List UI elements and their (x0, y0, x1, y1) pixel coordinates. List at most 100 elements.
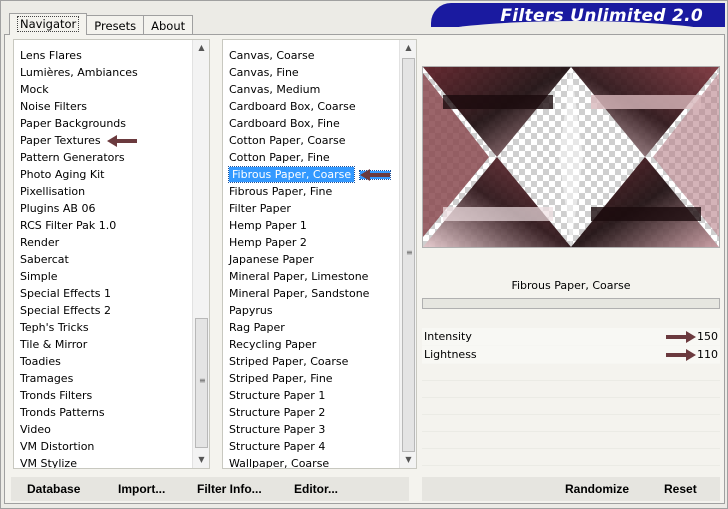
editor-button[interactable]: Editor... (294, 480, 338, 498)
list-item[interactable]: Structure Paper 4 (223, 438, 398, 455)
list-item[interactable]: Canvas, Medium (223, 81, 398, 98)
list-item[interactable]: Plugins AB 06 (14, 200, 191, 217)
list-item[interactable]: Paper Backgrounds (14, 115, 191, 132)
list-item-label: Striped Paper, Coarse (229, 355, 349, 368)
param-value[interactable]: 110 (697, 348, 718, 361)
list-item[interactable]: Filter Paper (223, 200, 398, 217)
list-item[interactable]: Canvas, Fine (223, 64, 398, 81)
filter-scrollbar[interactable]: ▲ ≡ ▼ (399, 40, 416, 468)
list-item[interactable]: Wallpaper, Coarse (223, 455, 398, 468)
randomize-button[interactable]: Randomize (565, 480, 629, 498)
list-item[interactable]: Pattern Generators (14, 149, 191, 166)
tab-about[interactable]: About (143, 15, 194, 35)
list-item[interactable]: Pixellisation (14, 183, 191, 200)
list-item-label: Japanese Paper (229, 253, 314, 266)
grip-icon: ≡ (406, 248, 413, 257)
list-item-label: Cotton Paper, Coarse (229, 134, 346, 147)
parameter-list: Intensity 150 Lightness 110 (422, 328, 720, 466)
list-item-label: Fibrous Paper, Coarse (227, 166, 356, 183)
list-item[interactable]: Simple (14, 268, 191, 285)
empty-param-row (422, 381, 720, 398)
param-value[interactable]: 150 (697, 330, 718, 343)
import-button[interactable]: Import... (118, 480, 165, 498)
preview-filter-name: Fibrous Paper, Coarse (511, 279, 631, 292)
empty-param-row (422, 449, 720, 466)
list-item[interactable]: RCS Filter Pak 1.0 (14, 217, 191, 234)
empty-param-row (422, 432, 720, 449)
progress-bar (422, 298, 720, 309)
list-item[interactable]: Canvas, Coarse (223, 47, 398, 64)
list-item[interactable]: Noise Filters (14, 98, 191, 115)
list-item-label: Rag Paper (229, 321, 285, 334)
list-item-label: Hemp Paper 2 (229, 236, 307, 249)
scroll-up-icon[interactable]: ▲ (400, 40, 416, 56)
list-item[interactable]: Cardboard Box, Fine (223, 115, 398, 132)
list-item[interactable]: Hemp Paper 1 (223, 217, 398, 234)
list-item-label: Paper Backgrounds (20, 117, 127, 130)
list-item[interactable]: Lumières, Ambiances (14, 64, 191, 81)
list-item-label: Wallpaper, Coarse (229, 457, 330, 468)
category-list[interactable]: Lens Flares Lumières, Ambiances Mock Noise … (13, 39, 210, 469)
list-item[interactable]: Cotton Paper, Fine (223, 149, 398, 166)
list-item[interactable]: Cotton Paper, Coarse (223, 132, 398, 149)
list-item[interactable]: Structure Paper 3 (223, 421, 398, 438)
list-item-label: Plugins AB 06 (20, 202, 96, 215)
list-item[interactable]: Tramages (14, 370, 191, 387)
list-item[interactable]: Striped Paper, Fine (223, 370, 398, 387)
list-item[interactable]: Structure Paper 2 (223, 404, 398, 421)
list-item[interactable]: Mineral Paper, Sandstone (223, 285, 398, 302)
bottom-toolbar-left: Database Import... Filter Info... Editor… (11, 477, 409, 501)
list-item[interactable]: Recycling Paper (223, 336, 398, 353)
list-item[interactable]: Structure Paper 1 (223, 387, 398, 404)
scroll-thumb[interactable]: ≡ (195, 318, 208, 448)
list-item-label: Video (20, 423, 51, 436)
category-scrollbar[interactable]: ▲ ≡ ▼ (192, 40, 209, 468)
scroll-up-icon[interactable]: ▲ (193, 40, 209, 56)
list-item[interactable]: Fibrous Paper, Coarse (223, 166, 398, 183)
reset-button[interactable]: Reset (664, 480, 697, 498)
list-item[interactable]: VM Stylize (14, 455, 191, 468)
list-item[interactable]: Fibrous Paper, Fine (223, 183, 398, 200)
filter-info-button[interactable]: Filter Info... (197, 480, 262, 498)
list-item[interactable]: Toadies (14, 353, 191, 370)
list-item[interactable]: Hemp Paper 2 (223, 234, 398, 251)
empty-param-row (422, 398, 720, 415)
list-item-label: Simple (20, 270, 58, 283)
list-item[interactable]: Teph's Tricks (14, 319, 191, 336)
param-intensity[interactable]: Intensity 150 (422, 328, 720, 346)
arrow-indicator-icon (666, 333, 696, 341)
database-button[interactable]: Database (27, 480, 80, 498)
list-item[interactable]: Rag Paper (223, 319, 398, 336)
param-lightness[interactable]: Lightness 110 (422, 346, 720, 364)
list-item[interactable]: Photo Aging Kit (14, 166, 191, 183)
tab-navigator[interactable]: Navigator (9, 13, 88, 35)
scroll-down-icon[interactable]: ▼ (193, 452, 209, 468)
filters-unlimited-window: Filters Unlimited 2.0 Navigator Presets … (0, 0, 728, 509)
list-item[interactable]: Video (14, 421, 191, 438)
list-item-label: Cardboard Box, Fine (229, 117, 340, 130)
list-item-label: Fibrous Paper, Fine (229, 185, 333, 198)
filter-list[interactable]: Canvas, Coarse Canvas, Fine Canvas, Medium… (222, 39, 417, 469)
list-item-label: Tile & Mirror (20, 338, 88, 351)
tab-presets[interactable]: Presets (86, 15, 145, 35)
list-item[interactable]: Mineral Paper, Limestone (223, 268, 398, 285)
list-item[interactable]: Striped Paper, Coarse (223, 353, 398, 370)
list-item[interactable]: Render (14, 234, 191, 251)
list-item[interactable]: Special Effects 2 (14, 302, 191, 319)
scroll-down-icon[interactable]: ▼ (400, 452, 416, 468)
list-item[interactable]: Sabercat (14, 251, 191, 268)
list-item[interactable]: Special Effects 1 (14, 285, 191, 302)
list-item-label: Structure Paper 1 (229, 389, 326, 402)
list-item[interactable]: Tronds Filters (14, 387, 191, 404)
list-item[interactable]: Japanese Paper (223, 251, 398, 268)
list-item[interactable]: Paper Textures (14, 132, 191, 149)
list-item[interactable]: Cardboard Box, Coarse (223, 98, 398, 115)
list-item[interactable]: Tile & Mirror (14, 336, 191, 353)
list-item[interactable]: Mock (14, 81, 191, 98)
list-item[interactable]: Tronds Patterns (14, 404, 191, 421)
list-item-label: Noise Filters (20, 100, 87, 113)
list-item[interactable]: Papyrus (223, 302, 398, 319)
list-item[interactable]: VM Distortion (14, 438, 191, 455)
list-item[interactable]: Lens Flares (14, 47, 191, 64)
scroll-thumb[interactable]: ≡ (402, 58, 415, 452)
